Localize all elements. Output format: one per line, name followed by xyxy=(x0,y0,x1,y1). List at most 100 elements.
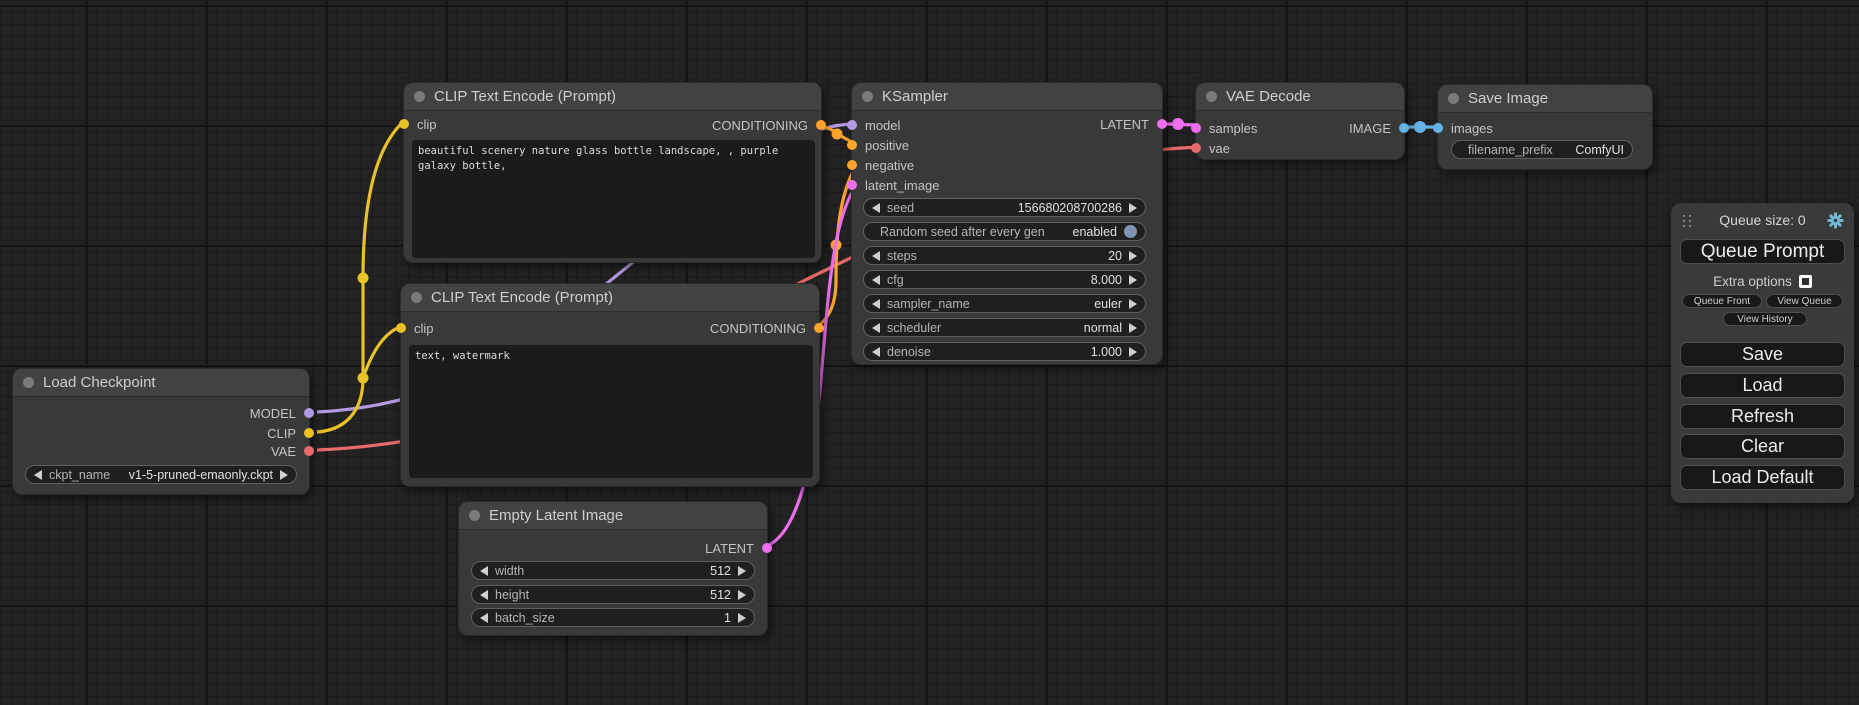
node-load-checkpoint[interactable]: Load Checkpoint MODEL CLIP VAE ckpt_name… xyxy=(12,368,310,495)
arrow-left-icon[interactable] xyxy=(872,275,880,285)
node-ksampler[interactable]: KSampler model positive negative latent_… xyxy=(851,82,1163,365)
output-vae[interactable]: VAE xyxy=(271,441,314,461)
node-title-bar[interactable]: CLIP Text Encode (Prompt) xyxy=(404,83,821,111)
gear-icon[interactable] xyxy=(1827,212,1844,229)
arrow-right-icon[interactable] xyxy=(738,613,746,623)
arrow-left-icon[interactable] xyxy=(480,566,488,576)
queue-front-button[interactable]: Queue Front xyxy=(1682,294,1762,308)
width-widget[interactable]: width 512 xyxy=(471,561,755,580)
arrow-left-icon[interactable] xyxy=(480,590,488,600)
conditioning-port-icon[interactable] xyxy=(814,323,824,333)
random-seed-toggle-widget[interactable]: Random seed after every gen enabled xyxy=(863,222,1146,241)
refresh-button[interactable]: Refresh xyxy=(1680,404,1845,429)
input-clip[interactable]: clip xyxy=(396,318,434,338)
model-port-icon[interactable] xyxy=(847,120,857,130)
node-title-bar[interactable]: CLIP Text Encode (Prompt) xyxy=(401,284,819,312)
node-clip-text-encode-positive[interactable]: CLIP Text Encode (Prompt) clip CONDITION… xyxy=(403,82,822,263)
scheduler-widget[interactable]: scheduler normal xyxy=(863,318,1146,337)
node-save-image[interactable]: Save Image images filename_prefix ComfyU… xyxy=(1437,84,1653,170)
input-model[interactable]: model xyxy=(847,115,900,135)
prompt-text-input[interactable]: text, watermark xyxy=(409,345,813,478)
reroute-dot[interactable] xyxy=(831,240,842,251)
prompt-text-input[interactable]: beautiful scenery nature glass bottle la… xyxy=(412,140,815,258)
arrow-right-icon[interactable] xyxy=(1129,299,1137,309)
node-title-bar[interactable]: Empty Latent Image xyxy=(459,502,767,530)
node-title-bar[interactable]: Load Checkpoint xyxy=(13,369,309,397)
clear-button[interactable]: Clear xyxy=(1680,434,1845,459)
input-clip[interactable]: clip xyxy=(399,114,437,134)
input-samples[interactable]: samples xyxy=(1191,118,1257,138)
arrow-left-icon[interactable] xyxy=(480,613,488,623)
input-positive[interactable]: positive xyxy=(847,135,909,155)
input-vae[interactable]: vae xyxy=(1191,138,1230,158)
ckpt-name-widget[interactable]: ckpt_name v1-5-pruned-emaonly.ckpt xyxy=(25,465,297,484)
reroute-dot[interactable] xyxy=(358,373,369,384)
arrow-right-icon[interactable] xyxy=(1129,275,1137,285)
image-port-icon[interactable] xyxy=(1399,123,1409,133)
node-clip-text-encode-negative[interactable]: CLIP Text Encode (Prompt) clip CONDITION… xyxy=(400,283,820,487)
conditioning-port-icon[interactable] xyxy=(816,120,826,130)
arrow-left-icon[interactable] xyxy=(872,203,880,213)
toggle-on-icon[interactable] xyxy=(1124,225,1137,238)
arrow-right-icon[interactable] xyxy=(1129,347,1137,357)
arrow-left-icon[interactable] xyxy=(872,299,880,309)
conditioning-port-icon[interactable] xyxy=(847,140,857,150)
input-images[interactable]: images xyxy=(1433,118,1493,138)
latent-port-icon[interactable] xyxy=(847,180,857,190)
view-history-button[interactable]: View History xyxy=(1723,312,1807,326)
arrow-left-icon[interactable] xyxy=(872,323,880,333)
model-port-icon[interactable] xyxy=(304,408,314,418)
clip-port-icon[interactable] xyxy=(396,323,406,333)
reroute-dot[interactable] xyxy=(358,273,369,284)
latent-port-icon[interactable] xyxy=(762,543,772,553)
node-title-bar[interactable]: VAE Decode xyxy=(1196,83,1404,111)
arrow-left-icon[interactable] xyxy=(872,251,880,261)
filename-prefix-widget[interactable]: filename_prefix ComfyUI xyxy=(1451,140,1633,159)
clip-port-icon[interactable] xyxy=(399,119,409,129)
vae-port-icon[interactable] xyxy=(304,446,314,456)
arrow-right-icon[interactable] xyxy=(1129,323,1137,333)
input-latent-image[interactable]: latent_image xyxy=(847,175,939,195)
queue-prompt-button[interactable]: Queue Prompt xyxy=(1680,239,1845,264)
arrow-right-icon[interactable] xyxy=(280,470,288,480)
latent-port-icon[interactable] xyxy=(1157,119,1167,129)
node-graph-canvas[interactable]: Load Checkpoint MODEL CLIP VAE ckpt_name… xyxy=(0,0,1859,705)
arrow-right-icon[interactable] xyxy=(1129,203,1137,213)
load-default-button[interactable]: Load Default xyxy=(1680,465,1845,490)
cfg-widget[interactable]: cfg 8.000 xyxy=(863,270,1146,289)
reroute-dot[interactable] xyxy=(1414,121,1426,133)
output-image[interactable]: IMAGE xyxy=(1349,118,1409,138)
output-conditioning[interactable]: CONDITIONING xyxy=(712,115,826,135)
node-empty-latent-image[interactable]: Empty Latent Image LATENT width 512 heig… xyxy=(458,501,768,636)
output-model[interactable]: MODEL xyxy=(250,403,314,423)
reroute-dot[interactable] xyxy=(832,129,843,140)
output-latent[interactable]: LATENT xyxy=(705,538,772,558)
output-latent[interactable]: LATENT xyxy=(1100,114,1167,134)
conditioning-port-icon[interactable] xyxy=(847,160,857,170)
arrow-left-icon[interactable] xyxy=(34,470,42,480)
seed-widget[interactable]: seed 156680208700286 xyxy=(863,198,1146,217)
denoise-widget[interactable]: denoise 1.000 xyxy=(863,342,1146,361)
latent-port-icon[interactable] xyxy=(1191,123,1201,133)
sampler-name-widget[interactable]: sampler_name euler xyxy=(863,294,1146,313)
clip-port-icon[interactable] xyxy=(304,428,314,438)
arrow-right-icon[interactable] xyxy=(738,566,746,576)
reroute-dot[interactable] xyxy=(1172,118,1184,130)
output-conditioning[interactable]: CONDITIONING xyxy=(710,318,824,338)
view-queue-button[interactable]: View Queue xyxy=(1766,294,1843,308)
save-button[interactable]: Save xyxy=(1680,342,1845,367)
node-title-bar[interactable]: Save Image xyxy=(1438,85,1652,113)
load-button[interactable]: Load xyxy=(1680,373,1845,398)
steps-widget[interactable]: steps 20 xyxy=(863,246,1146,265)
vae-port-icon[interactable] xyxy=(1191,143,1201,153)
image-port-icon[interactable] xyxy=(1433,123,1443,133)
height-widget[interactable]: height 512 xyxy=(471,585,755,604)
arrow-right-icon[interactable] xyxy=(1129,251,1137,261)
arrow-left-icon[interactable] xyxy=(872,347,880,357)
output-clip[interactable]: CLIP xyxy=(267,423,314,443)
input-negative[interactable]: negative xyxy=(847,155,914,175)
batch-size-widget[interactable]: batch_size 1 xyxy=(471,608,755,627)
extra-options-checkbox[interactable] xyxy=(1799,275,1812,288)
node-title-bar[interactable]: KSampler xyxy=(852,83,1162,111)
arrow-right-icon[interactable] xyxy=(738,590,746,600)
